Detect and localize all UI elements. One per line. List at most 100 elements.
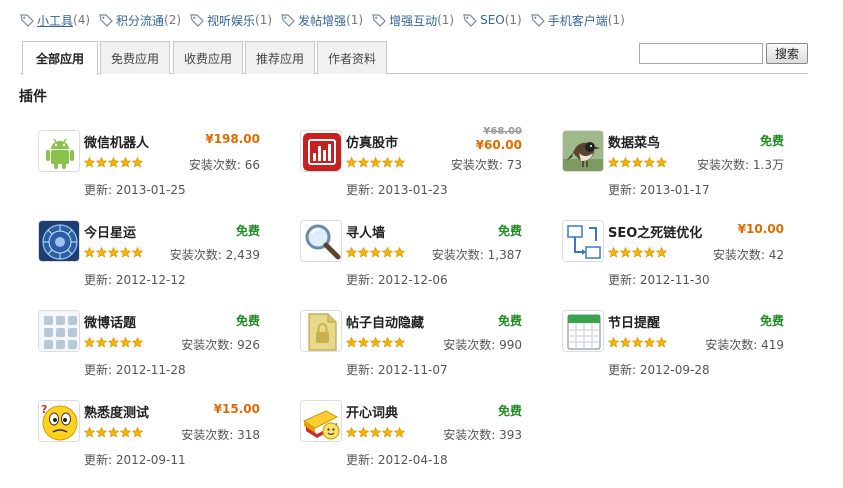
- install-count: 安装次数: 2,439: [169, 248, 260, 262]
- star-icon: [656, 337, 667, 348]
- star-icon: [370, 337, 381, 348]
- star-icon: [358, 337, 369, 348]
- tag-label: 视听娱乐: [207, 13, 256, 28]
- zodiac-wheel-icon[interactable]: [38, 220, 80, 262]
- star-rating: [84, 337, 144, 348]
- app-name[interactable]: 帖子自动隐藏: [346, 312, 424, 331]
- app-card: 开心词典 免费 安装次数: 393 更新: 2012-04-18: [300, 400, 522, 480]
- search-input[interactable]: [639, 43, 763, 64]
- install-count: 安装次数: 66: [188, 158, 260, 172]
- app-price: 免费: [235, 314, 260, 328]
- star-icon: [132, 337, 143, 348]
- tag-count: (1): [607, 13, 625, 27]
- app-price: ¥60.00: [475, 138, 522, 152]
- app-card: 帖子自动隐藏 免费 安装次数: 990 更新: 2012-11-07: [300, 310, 522, 390]
- star-icon: [120, 247, 131, 258]
- tag-label: 小工具: [37, 13, 74, 28]
- app-price: 免费: [759, 314, 784, 328]
- install-count: 安装次数: 1,387: [431, 248, 522, 262]
- star-icon: [96, 157, 107, 168]
- star-icon: [382, 247, 393, 258]
- magnifier-icon[interactable]: [300, 220, 342, 262]
- calendar-icon[interactable]: [562, 310, 604, 352]
- install-count: 安装次数: 42: [712, 248, 784, 262]
- tag-label: 增强互动: [389, 13, 438, 28]
- app-name[interactable]: 微博话题: [84, 312, 136, 331]
- star-icon: [120, 427, 131, 438]
- app-card: 今日星运 免费 安装次数: 2,439 更新: 2012-12-12: [38, 220, 260, 300]
- app-name[interactable]: 节日提醒: [608, 312, 660, 331]
- app-card: 数据菜鸟 免费 安装次数: 1.3万 更新: 2013-01-17: [562, 130, 784, 210]
- tag-item[interactable]: SEO (1): [463, 13, 522, 27]
- app-name[interactable]: 寻人墙: [346, 222, 385, 241]
- tab-free-apps[interactable]: 免费应用: [100, 41, 170, 74]
- star-icon: [632, 247, 643, 258]
- app-name[interactable]: 熟悉度测试: [84, 402, 149, 421]
- star-icon: [382, 337, 393, 348]
- tag-item[interactable]: 积分流通 (2): [99, 12, 181, 29]
- tag-icon: [190, 14, 204, 27]
- tab-author-info[interactable]: 作者资料: [317, 41, 387, 74]
- star-icon: [84, 337, 95, 348]
- tag-icon: [372, 14, 386, 27]
- app-card: 微信机器人 ¥198.00 安装次数: 66 更新: 2013-01-25: [38, 130, 260, 210]
- bird-icon[interactable]: [562, 130, 604, 172]
- star-icon: [346, 247, 357, 258]
- tab-paid-apps[interactable]: 收费应用: [173, 41, 243, 74]
- tab-all-apps[interactable]: 全部应用: [22, 41, 98, 75]
- star-icon: [108, 337, 119, 348]
- star-rating: [346, 157, 406, 168]
- star-icon: [632, 337, 643, 348]
- star-icon: [120, 337, 131, 348]
- tag-label: SEO: [480, 13, 505, 27]
- stock-chart-icon[interactable]: [300, 130, 342, 172]
- grid-tiles-icon[interactable]: [38, 310, 80, 352]
- android-robot-icon[interactable]: [38, 130, 80, 172]
- tab-recommended-apps[interactable]: 推荐应用: [245, 41, 315, 74]
- update-date: 更新: 2012-09-11: [84, 453, 186, 467]
- app-price: ¥10.00: [737, 222, 784, 236]
- locked-document-icon[interactable]: [300, 310, 342, 352]
- tag-label: 发帖增强: [298, 13, 347, 28]
- tag-icon: [531, 14, 545, 27]
- svg-text:?: ?: [41, 403, 47, 416]
- star-icon: [84, 247, 95, 258]
- update-date: 更新: 2012-12-06: [346, 273, 448, 287]
- app-name[interactable]: 开心词典: [346, 402, 398, 421]
- books-smiley-icon[interactable]: [300, 400, 342, 442]
- star-icon: [346, 427, 357, 438]
- app-name[interactable]: 今日星运: [84, 222, 136, 241]
- tag-icon: [20, 14, 34, 27]
- update-date: 更新: 2013-01-23: [346, 183, 448, 197]
- update-date: 更新: 2012-11-30: [608, 273, 710, 287]
- link-sitemap-icon[interactable]: [562, 220, 604, 262]
- search-button[interactable]: 搜索: [766, 43, 808, 64]
- update-date: 更新: 2012-09-28: [608, 363, 710, 377]
- tag-item[interactable]: 发帖增强 (1): [281, 12, 363, 29]
- tag-item[interactable]: 增强互动 (1): [372, 12, 454, 29]
- star-icon: [370, 427, 381, 438]
- confused-face-icon[interactable]: ?: [38, 400, 80, 442]
- app-name[interactable]: SEO之死链优化: [608, 222, 702, 241]
- app-name[interactable]: 数据菜鸟: [608, 132, 660, 151]
- app-card: ? 熟悉度测试 ¥15.00 安装次数: 318 更新: 2012-09-11: [38, 400, 260, 480]
- update-date: 更新: 2012-12-12: [84, 273, 186, 287]
- app-card: SEO之死链优化 ¥10.00 安装次数: 42 更新: 2012-11-30: [562, 220, 784, 300]
- tag-item[interactable]: 手机客户端 (1): [531, 12, 625, 29]
- star-icon: [620, 337, 631, 348]
- install-count: 安装次数: 73: [450, 158, 522, 172]
- app-price: 免费: [497, 404, 522, 418]
- app-name[interactable]: 仿真股市: [346, 132, 398, 151]
- tag-icon: [281, 14, 295, 27]
- star-icon: [132, 157, 143, 168]
- star-rating: [346, 427, 406, 438]
- tag-label: 积分流通: [116, 13, 165, 28]
- star-rating: [346, 247, 406, 258]
- star-icon: [394, 247, 405, 258]
- star-icon: [382, 427, 393, 438]
- tag-label: 手机客户端: [547, 13, 608, 28]
- tag-item[interactable]: 视听娱乐 (1): [190, 12, 272, 29]
- app-name[interactable]: 微信机器人: [84, 132, 149, 151]
- app-card: 寻人墙 免费 安装次数: 1,387 更新: 2012-12-06: [300, 220, 522, 300]
- tag-item[interactable]: 小工具 (4): [20, 12, 90, 29]
